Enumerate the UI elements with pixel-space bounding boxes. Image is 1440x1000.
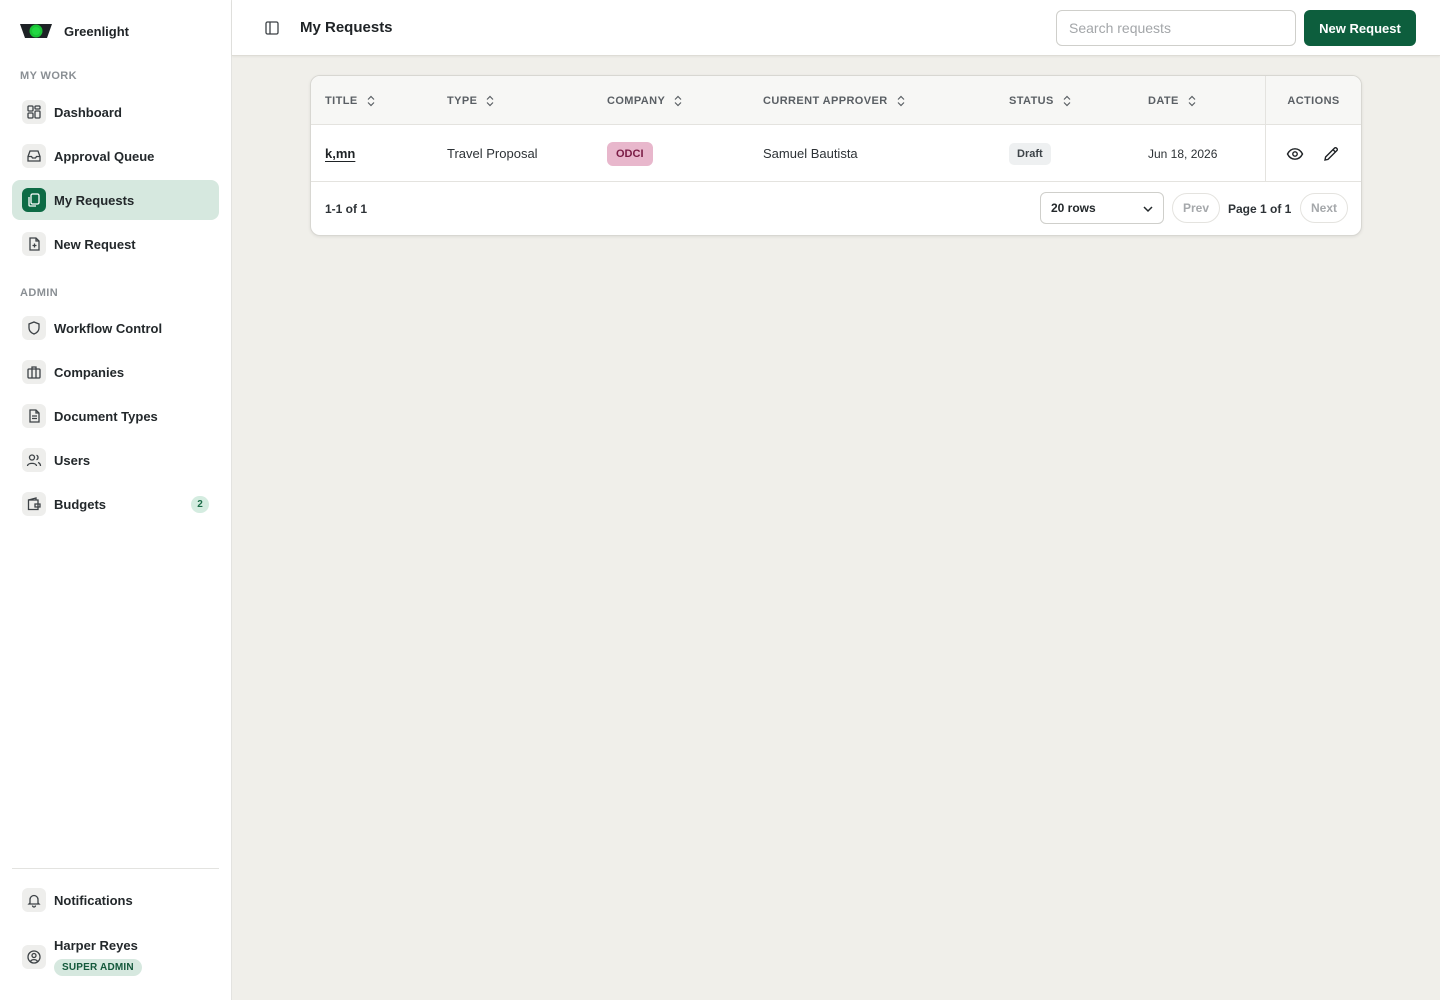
sidebar-item-label: Budgets	[54, 496, 106, 512]
rows-per-page-select[interactable]: 20 rows	[1040, 192, 1164, 224]
sidebar: Greenlight MY WORK Dashboard Approval Qu…	[0, 0, 232, 1000]
column-header-current-approver[interactable]: CURRENT APPROVER	[763, 76, 906, 125]
wallet-icon	[22, 492, 46, 516]
shield-icon	[22, 316, 46, 340]
sidebar-item-my-requests[interactable]: My Requests	[12, 180, 219, 220]
sidebar-item-label: Notifications	[54, 892, 133, 908]
users-icon	[22, 448, 46, 472]
column-header-label: CURRENT APPROVER	[763, 94, 888, 107]
column-header-company[interactable]: COMPANY	[607, 76, 683, 125]
search-input[interactable]	[1056, 10, 1296, 46]
result-count: 1-1 of 1	[325, 202, 368, 216]
dashboard-icon	[22, 100, 46, 124]
sidebar-item-label: New Request	[54, 236, 136, 252]
sidebar-item-approval-queue[interactable]: Approval Queue	[12, 136, 219, 176]
cell-title: k,mn	[325, 125, 355, 182]
sidebar-item-document-types[interactable]: Document Types	[12, 396, 219, 436]
sidebar-item-new-request[interactable]: New Request	[12, 224, 219, 264]
next-page-button[interactable]: Next	[1300, 193, 1348, 223]
sidebar-toggle-button[interactable]	[262, 18, 282, 38]
cell-company: ODCI	[607, 125, 653, 182]
sidebar-item-label: Users	[54, 452, 91, 468]
rows-per-page-value: 20 rows	[1051, 201, 1096, 215]
bell-icon	[22, 888, 46, 912]
cell-date: Jun 18, 2026	[1148, 146, 1218, 161]
column-header-title[interactable]: TITLE	[325, 76, 376, 125]
request-title-link[interactable]: k,mn	[325, 146, 355, 161]
sidebar-item-companies[interactable]: Companies	[12, 352, 219, 392]
sidebar-item-label: Document Types	[54, 408, 158, 424]
user-profile[interactable]: Harper Reyes SUPER ADMIN	[12, 932, 219, 982]
column-header-status[interactable]: STATUS	[1009, 76, 1072, 125]
column-header-date[interactable]: DATE	[1148, 76, 1197, 125]
brand-name: Greenlight	[64, 23, 130, 39]
sidebar-item-label: Approval Queue	[54, 148, 155, 164]
sort-icon	[366, 95, 376, 107]
status-badge: Draft	[1009, 142, 1051, 165]
copy-icon	[22, 188, 46, 212]
sidebar-item-label: Companies	[54, 364, 125, 380]
sort-icon	[1187, 95, 1197, 107]
column-header-label: TYPE	[447, 94, 478, 107]
section-label-admin: ADMIN	[20, 287, 59, 299]
column-header-label: STATUS	[1009, 94, 1054, 107]
user-info: Harper Reyes SUPER ADMIN	[54, 938, 142, 976]
column-header-actions: ACTIONS	[1287, 94, 1340, 107]
user-avatar-icon	[22, 945, 46, 969]
sort-icon	[673, 95, 683, 107]
column-header-label: COMPANY	[607, 94, 666, 107]
cell-approver: Samuel Bautista	[763, 146, 858, 161]
sidebar-item-label: Workflow Control	[54, 320, 163, 336]
sidebar-item-dashboard[interactable]: Dashboard	[12, 92, 219, 132]
sort-icon	[485, 95, 495, 107]
view-button[interactable]	[1285, 144, 1305, 164]
column-header-label: DATE	[1148, 94, 1179, 107]
column-header-label: TITLE	[325, 94, 358, 107]
sidebar-item-users[interactable]: Users	[12, 440, 219, 480]
eye-icon	[1286, 145, 1304, 163]
section-label-my-work: MY WORK	[20, 70, 77, 82]
new-request-button[interactable]: New Request	[1304, 10, 1416, 46]
sidebar-divider	[12, 868, 219, 869]
sort-icon	[1062, 95, 1072, 107]
pencil-icon	[1322, 145, 1340, 163]
company-badge: ODCI	[607, 141, 653, 166]
page-indicator: Page 1 of 1	[1228, 202, 1292, 216]
top-header: My Requests New Request	[232, 0, 1440, 56]
requests-table-card: TITLE TYPE COMPANY CURRENT APPROVER STAT…	[310, 75, 1362, 236]
sidebar-item-label: My Requests	[54, 192, 135, 208]
column-header-type[interactable]: TYPE	[447, 76, 495, 125]
edit-button[interactable]	[1321, 144, 1341, 164]
file-plus-icon	[22, 232, 46, 256]
sidebar-item-workflow-control[interactable]: Workflow Control	[12, 308, 219, 348]
document-icon	[22, 404, 46, 428]
page-title: My Requests	[300, 19, 393, 36]
sidebar-item-budgets[interactable]: Budgets 2	[12, 484, 219, 524]
traffic-light-logo-icon	[20, 20, 52, 42]
inbox-icon	[22, 144, 46, 168]
sort-icon	[896, 95, 906, 107]
budgets-count-badge: 2	[191, 496, 209, 513]
cell-type: Travel Proposal	[447, 146, 538, 161]
user-role-badge: SUPER ADMIN	[54, 959, 142, 976]
cell-status: Draft	[1009, 125, 1051, 182]
prev-page-button[interactable]: Prev	[1172, 193, 1220, 223]
brand[interactable]: Greenlight	[20, 20, 129, 42]
sidebar-panel-icon	[264, 20, 280, 36]
chevron-down-icon	[1141, 202, 1155, 219]
sidebar-item-label: Dashboard	[54, 104, 122, 120]
table-row: k,mn Travel Proposal ODCI Samuel Bautist…	[311, 125, 1361, 182]
sidebar-item-notifications[interactable]: Notifications	[12, 880, 219, 920]
user-name: Harper Reyes	[54, 938, 138, 953]
briefcase-icon	[22, 360, 46, 384]
